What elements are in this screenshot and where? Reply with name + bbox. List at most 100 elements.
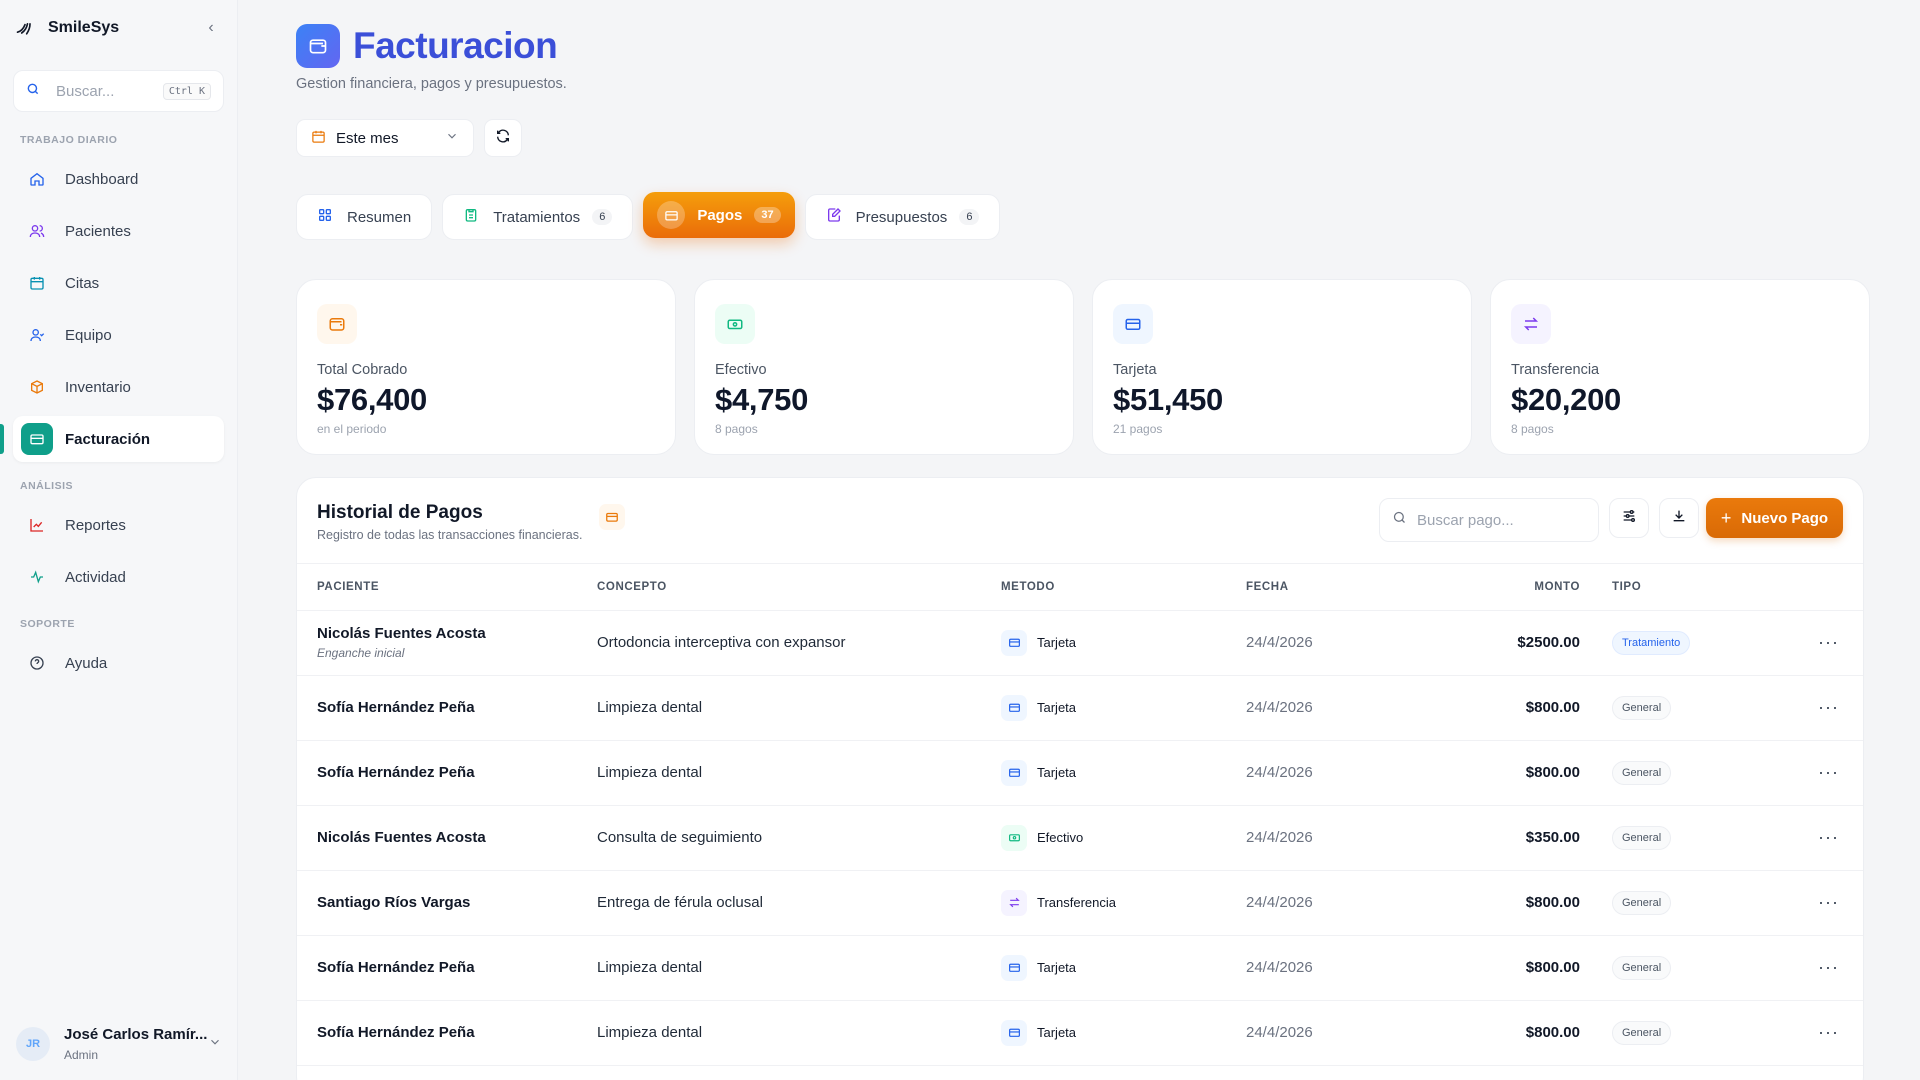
chevron-down-icon[interactable] [208, 1035, 222, 1054]
payment-method: Tarjeta [1037, 635, 1077, 650]
payment-note: Enganche inicial [317, 646, 405, 660]
collapse-sidebar-icon[interactable]: ‹ [199, 19, 223, 37]
tab-tratamientos[interactable]: Tratamientos 6 [442, 194, 634, 240]
payment-date: 24/4/2026 [1246, 870, 1476, 936]
payment-date: 24/4/2026 [1246, 675, 1476, 741]
type-badge: General [1612, 1020, 1672, 1045]
more-options-icon[interactable]: ··· [1818, 957, 1839, 977]
stat-value: $20,200 [1511, 382, 1621, 417]
column-header: PACIENTE [297, 564, 597, 611]
table-row[interactable]: Sofía Hernández Peña Limpieza dental Tar… [297, 1000, 1863, 1066]
table-row[interactable]: Sofía Hernández Peña Limpieza dental Tar… [297, 935, 1863, 1001]
search-icon [1392, 510, 1407, 530]
more-options-icon[interactable]: ··· [1818, 632, 1839, 652]
payment-search-input[interactable]: Buscar pago... [1379, 498, 1599, 542]
table-row[interactable]: Nicolás Fuentes Acosta Enganche inicial O… [297, 610, 1863, 676]
credit-card-icon [1001, 954, 1027, 981]
clipboard-icon [463, 207, 479, 227]
payment-amount: $800.00 [1476, 870, 1580, 936]
table-row[interactable]: Santiago Ríos Vargas Entrega de férula o… [297, 870, 1863, 936]
plus-icon: + [1720, 507, 1732, 528]
payment-method: Efectivo [1037, 830, 1084, 845]
payment-amount: $2500.00 [1476, 610, 1580, 676]
credit-card-icon [1001, 629, 1027, 656]
user-menu[interactable]: JR José Carlos Ramír... Admin [0, 1008, 238, 1080]
sidebar-item-equipo[interactable]: Equipo [13, 312, 224, 358]
more-options-icon[interactable]: ··· [1818, 762, 1839, 782]
wallet-icon [296, 24, 340, 68]
sidebar-item-citas[interactable]: Citas [13, 260, 224, 306]
help-icon [25, 651, 49, 675]
patient-name: Nicolás Fuentes Acosta [317, 625, 486, 642]
column-header: CONCEPTO [597, 564, 1001, 611]
tab-count: 6 [592, 209, 613, 225]
panel-title: Historial de Pagos [317, 502, 483, 523]
refresh-button[interactable] [484, 119, 522, 157]
payment-method: Tarjeta [1037, 700, 1077, 715]
users-icon [25, 219, 49, 243]
new-payment-button[interactable]: + Nuevo Pago [1706, 498, 1843, 538]
concept: Ortodoncia interceptiva con expansor [597, 610, 1001, 676]
table-row[interactable]: Nicolás Fuentes Acosta Consulta de segui… [297, 805, 1863, 871]
credit-card-icon [1001, 694, 1027, 721]
column-header: MONTO [1476, 564, 1580, 611]
stat-sub: en el periodo [317, 422, 387, 436]
concept: Limpieza dental [597, 1000, 1001, 1066]
brand: SmileSys ‹ [0, 0, 237, 56]
concept: Limpieza dental [597, 675, 1001, 741]
table-row[interactable]: Sofía Hernández Peña Limpieza dental Tar… [297, 675, 1863, 741]
payment-date: 24/4/2026 [1246, 740, 1476, 806]
type-badge: General [1612, 890, 1672, 915]
period-select[interactable]: Este mes [296, 119, 474, 157]
table-row[interactable]: Sofía Hernández Peña Limpieza dental Tar… [297, 740, 1863, 806]
payments-table: PACIENTE CONCEPTO METODO FECHA MONTO TIP… [297, 564, 1863, 1066]
tab-count: 6 [959, 209, 980, 225]
more-options-icon[interactable]: ··· [1818, 697, 1839, 717]
tab-presupuestos[interactable]: Presupuestos 6 [804, 194, 1001, 240]
calendar-icon [311, 129, 326, 148]
chevron-down-icon [445, 129, 459, 147]
tab-label: Pagos [697, 206, 743, 224]
filter-button[interactable] [1609, 498, 1649, 538]
stat-sub: 21 pagos [1113, 422, 1163, 436]
sidebar-item-actividad[interactable]: Actividad [13, 554, 224, 600]
credit-card-icon [21, 423, 53, 455]
tab-label: Tratamientos [493, 208, 581, 226]
sidebar-item-label: Dashboard [65, 170, 139, 188]
sidebar-item-label: Ayuda [65, 654, 108, 672]
sidebar-item-reportes[interactable]: Reportes [13, 502, 224, 548]
column-header: FECHA [1246, 564, 1476, 611]
sidebar-search[interactable]: Buscar... Ctrl K [13, 70, 224, 112]
chart-line-icon [25, 513, 49, 537]
search-placeholder: Buscar... [56, 82, 115, 100]
payment-amount: $800.00 [1476, 935, 1580, 1001]
sidebar-item-label: Pacientes [65, 222, 131, 240]
stat-label: Transferencia [1511, 362, 1600, 378]
more-options-icon[interactable]: ··· [1818, 892, 1839, 912]
tab-resumen[interactable]: Resumen [296, 194, 433, 240]
tab-pagos[interactable]: Pagos 37 [643, 192, 795, 238]
patient-name: Sofía Hernández Peña [317, 699, 475, 716]
edit-document-icon [826, 207, 842, 227]
credit-card-icon [1113, 304, 1153, 344]
sidebar-item-label: Actividad [65, 568, 126, 586]
sidebar-item-inventario[interactable]: Inventario [13, 364, 224, 410]
sidebar-item-ayuda[interactable]: Ayuda [13, 640, 224, 686]
refresh-icon [495, 128, 511, 149]
sidebar-item-label: Reportes [65, 516, 126, 534]
sidebar-item-dashboard[interactable]: Dashboard [13, 156, 224, 202]
type-badge: Tratamiento [1612, 630, 1691, 655]
more-options-icon[interactable]: ··· [1818, 1022, 1839, 1042]
panel-subtitle: Registro de todas las transacciones fina… [317, 528, 583, 542]
stat-sub: 8 pagos [1511, 422, 1554, 436]
download-icon [1671, 508, 1687, 529]
download-button[interactable] [1659, 498, 1699, 538]
credit-card-icon [1001, 1019, 1027, 1046]
sidebar-item-pacientes[interactable]: Pacientes [13, 208, 224, 254]
section-label-analysis: ANÁLISIS [20, 480, 74, 492]
user-name: José Carlos Ramír... [64, 1026, 208, 1043]
payment-date: 24/4/2026 [1246, 610, 1476, 676]
sidebar-item-facturacion[interactable]: Facturación [0, 416, 224, 462]
credit-card-icon [1001, 759, 1027, 786]
more-options-icon[interactable]: ··· [1818, 827, 1839, 847]
